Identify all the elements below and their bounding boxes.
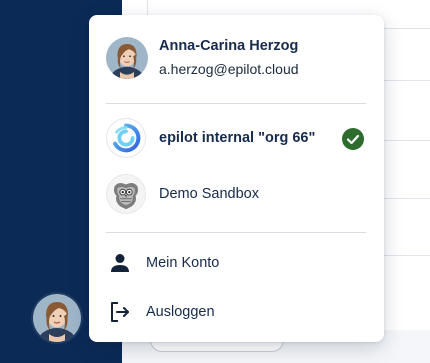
org-item-epilot-internal[interactable]: epilot internal "org 66"	[106, 118, 370, 160]
content-row-divider	[380, 140, 430, 141]
menu-divider	[106, 103, 366, 104]
logout-label: Ausloggen	[146, 304, 215, 320]
menu-divider	[106, 232, 366, 233]
check-circle-icon	[342, 128, 364, 150]
logout-icon	[108, 300, 132, 324]
sidebar-user-avatar[interactable]	[33, 294, 81, 342]
account-dropdown-menu: Anna-Carina Herzog a.herzog@epilot.cloud	[89, 15, 384, 342]
org-label: epilot internal "org 66"	[159, 130, 316, 146]
user-avatar	[106, 37, 148, 79]
content-row-divider	[380, 28, 430, 29]
org-item-demo-sandbox[interactable]: Demo Sandbox	[106, 174, 370, 216]
epilot-logo-icon	[106, 118, 146, 158]
content-row-divider	[380, 255, 430, 256]
user-name: Anna-Carina Herzog	[159, 38, 299, 54]
content-row-divider	[380, 198, 430, 199]
owl-crest-logo-icon	[106, 174, 146, 214]
content-divider	[147, 0, 148, 16]
person-icon	[108, 251, 132, 275]
org-label: Demo Sandbox	[159, 186, 259, 202]
user-email: a.herzog@epilot.cloud	[159, 61, 299, 77]
current-user-info: Anna-Carina Herzog a.herzog@epilot.cloud	[106, 37, 366, 81]
my-account-label: Mein Konto	[146, 255, 220, 271]
content-row-divider	[380, 80, 430, 81]
logout-button[interactable]: Ausloggen	[106, 298, 370, 326]
my-account-button[interactable]: Mein Konto	[106, 249, 370, 277]
app-stage: Anna-Carina Herzog a.herzog@epilot.cloud	[0, 0, 430, 363]
